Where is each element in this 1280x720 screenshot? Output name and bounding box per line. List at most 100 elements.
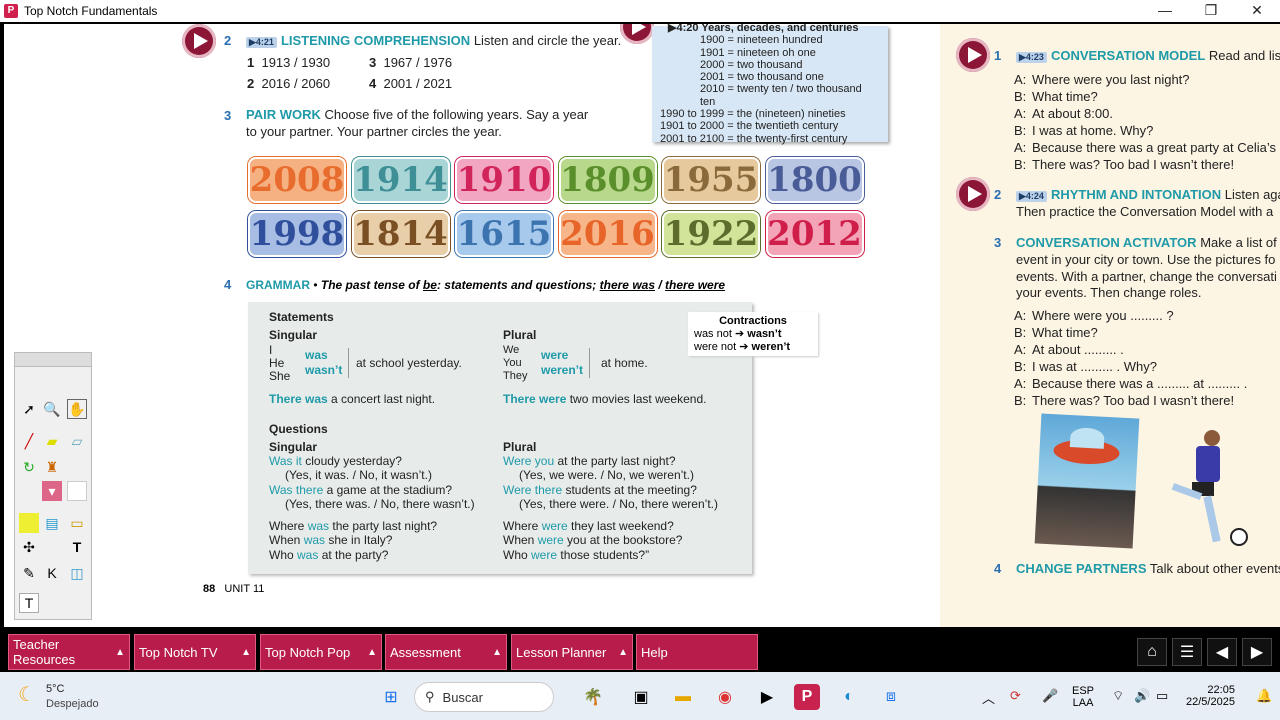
menu-list-icon[interactable]: ☰ — [1172, 638, 1202, 666]
year-option[interactable]: 2016 — [558, 211, 657, 257]
layers-icon[interactable]: ▤ — [42, 513, 62, 533]
text-tool-icon[interactable]: T — [67, 537, 87, 557]
chrome-icon[interactable]: ◉ — [712, 684, 738, 710]
section-number: 3 — [994, 235, 1002, 250]
notifications-icon[interactable]: 🔔 — [1256, 688, 1272, 704]
year-option[interactable]: 2008 — [248, 157, 346, 203]
toolbar-grip[interactable] — [15, 353, 91, 367]
year-option[interactable]: 1814 — [351, 211, 450, 257]
info-line: 2001 = two thousand one — [700, 71, 824, 84]
grid-icon[interactable]: ✣ — [19, 537, 39, 557]
section-number: 2 — [224, 33, 232, 48]
screen-app-icon[interactable]: ⧈ — [878, 684, 904, 710]
contraction-row: were not ➔ weren’t — [694, 341, 791, 353]
info-box-title: ▶4:20 Years, decades, and centuries — [668, 24, 859, 34]
bucket-icon[interactable]: ◫ — [67, 563, 87, 583]
file-explorer-icon[interactable]: ▬ — [670, 684, 696, 710]
nav-assessment[interactable]: Assessment ▲ — [385, 634, 507, 670]
top-notch-app-icon[interactable]: P — [794, 684, 820, 710]
media-player-icon[interactable]: ▶ — [754, 684, 780, 710]
listening-item[interactable]: 1 1913 / 1930 — [247, 55, 330, 70]
weather-icon[interactable]: ☾ — [18, 682, 36, 707]
year-option[interactable]: 1922 — [662, 211, 760, 257]
pen-icon[interactable]: ╱ — [19, 431, 39, 451]
grammar-heading: GRAMMAR • The past tense of be: statemen… — [246, 278, 726, 292]
undo-icon[interactable]: ↻ — [19, 457, 39, 477]
nav-teacher-resources[interactable]: Teacher Resources ▲ — [8, 634, 130, 670]
eraser-icon[interactable]: ▱ — [67, 431, 87, 451]
year-option[interactable]: 1615 — [455, 211, 553, 257]
highlighter-icon[interactable]: ▰ — [42, 431, 62, 451]
ufo-movie-picture — [1034, 413, 1140, 549]
wifi-icon[interactable]: ⌔ — [1112, 688, 1124, 704]
book-page-left: 2 ▶4:21 LISTENING COMPREHENSION Listen an… — [4, 24, 940, 627]
text-box-icon[interactable]: T — [19, 593, 39, 613]
year-option[interactable]: 1914 — [351, 157, 450, 203]
close-button[interactable]: ✕ — [1234, 0, 1280, 22]
nav-top-notch-tv[interactable]: Top Notch TV ▲ — [134, 634, 256, 670]
palm-widget-icon[interactable]: 🌴 — [580, 684, 606, 710]
nav-lesson-planner[interactable]: Lesson Planner ▲ — [511, 634, 633, 670]
volume-icon[interactable]: 🔊 — [1134, 688, 1150, 704]
contraction-row: was not ➔ wasn’t — [694, 328, 782, 340]
years-info-box: ▶4:20 Years, decades, and centuries 1900… — [652, 24, 888, 145]
singular-pronouns: I He She — [269, 343, 291, 383]
change-partners-heading: CHANGE PARTNERS Talk about other events … — [1016, 561, 1280, 576]
there-were-example: There were two movies last weekend. — [503, 392, 707, 406]
listening-item[interactable]: 3 1967 / 1976 — [369, 55, 452, 70]
weather-temp[interactable]: 5°C — [46, 683, 64, 695]
home-icon[interactable]: ⌂ — [1137, 638, 1167, 666]
color-picker-icon[interactable]: ▾ — [42, 481, 62, 501]
year-option[interactable]: 1998 — [248, 211, 346, 257]
play-audio-button[interactable] — [182, 24, 216, 58]
dialogue-line: B: What time? — [1014, 89, 1098, 104]
year-option[interactable]: 1800 — [765, 157, 864, 203]
start-icon[interactable]: ⊞ — [378, 684, 404, 710]
nav-top-notch-pop[interactable]: Top Notch Pop ▲ — [260, 634, 382, 670]
year-option[interactable]: 2012 — [765, 211, 864, 257]
app-icon: P — [4, 4, 18, 18]
weather-desc[interactable]: Despejado — [46, 698, 99, 710]
info-line: 1901 to 2000 = the twentieth century — [660, 120, 839, 133]
year-option[interactable]: 1910 — [455, 157, 553, 203]
dialogue-line: A: Where were you ......... ? — [1014, 308, 1174, 323]
clock[interactable]: 22:05 22/5/2025 — [1186, 684, 1235, 708]
stamp-icon[interactable]: ♜ — [42, 457, 62, 477]
maximize-button[interactable]: ❐ — [1188, 0, 1234, 22]
page-footer: 88 UNIT 11 — [203, 583, 265, 595]
next-page-icon[interactable]: ▶ — [1242, 638, 1272, 666]
play-audio-button[interactable] — [956, 177, 990, 211]
pointer-icon[interactable]: ➚ — [19, 399, 39, 419]
activator-heading: CONVERSATION ACTIVATOR Make a list of pl… — [1016, 235, 1280, 250]
grammar-box: Statements Singular Plural I He She was was… — [248, 302, 752, 574]
note-icon[interactable] — [19, 513, 39, 533]
taskbar-search[interactable]: ⚲ Buscar — [414, 682, 554, 712]
edit-icon[interactable]: ✎ — [19, 563, 39, 583]
previous-page-icon[interactable]: ◀ — [1207, 638, 1237, 666]
title-bar: P Top Notch Fundamentals — ❐ ✕ — [0, 0, 1280, 22]
tray-overflow-icon[interactable]: ︿ — [982, 688, 995, 707]
minimize-button[interactable]: — — [1142, 0, 1188, 22]
listening-item[interactable]: 2 2016 / 2060 — [247, 76, 330, 91]
play-audio-button[interactable] — [956, 38, 990, 72]
color-swatch-icon[interactable] — [67, 481, 87, 501]
year-option[interactable]: 1955 — [662, 157, 760, 203]
hand-icon[interactable]: ✋ — [67, 399, 87, 419]
play-audio-button[interactable] — [620, 24, 654, 44]
folder-icon[interactable]: ▭ — [67, 513, 87, 533]
dialogue-line: A: Because there was a great party at Cel… — [1014, 140, 1277, 155]
edge-icon[interactable]: ◐ — [836, 684, 862, 710]
microphone-icon[interactable]: 🎤 — [1042, 688, 1058, 704]
section-number: 4 — [224, 277, 232, 292]
contractions-box: Contractions was not ➔ wasn’t were not ➔… — [688, 312, 818, 356]
year-option[interactable]: 1809 — [558, 157, 657, 203]
keyboard-icon[interactable]: K — [42, 563, 62, 583]
language-indicator[interactable]: ESP LAA — [1072, 685, 1094, 709]
listening-item[interactable]: 4 2001 / 2021 — [369, 76, 452, 91]
task-view-icon[interactable]: ▣ — [628, 684, 654, 710]
magnifier-icon[interactable]: 🔍 — [42, 399, 62, 419]
nav-help[interactable]: Help — [636, 634, 758, 670]
sync-icon[interactable]: ⟳ — [1010, 688, 1021, 704]
conversation-model-heading: ▶4:23CONVERSATION MODEL Read and listen — [1016, 48, 1280, 63]
battery-icon[interactable]: ▭ — [1156, 688, 1168, 704]
